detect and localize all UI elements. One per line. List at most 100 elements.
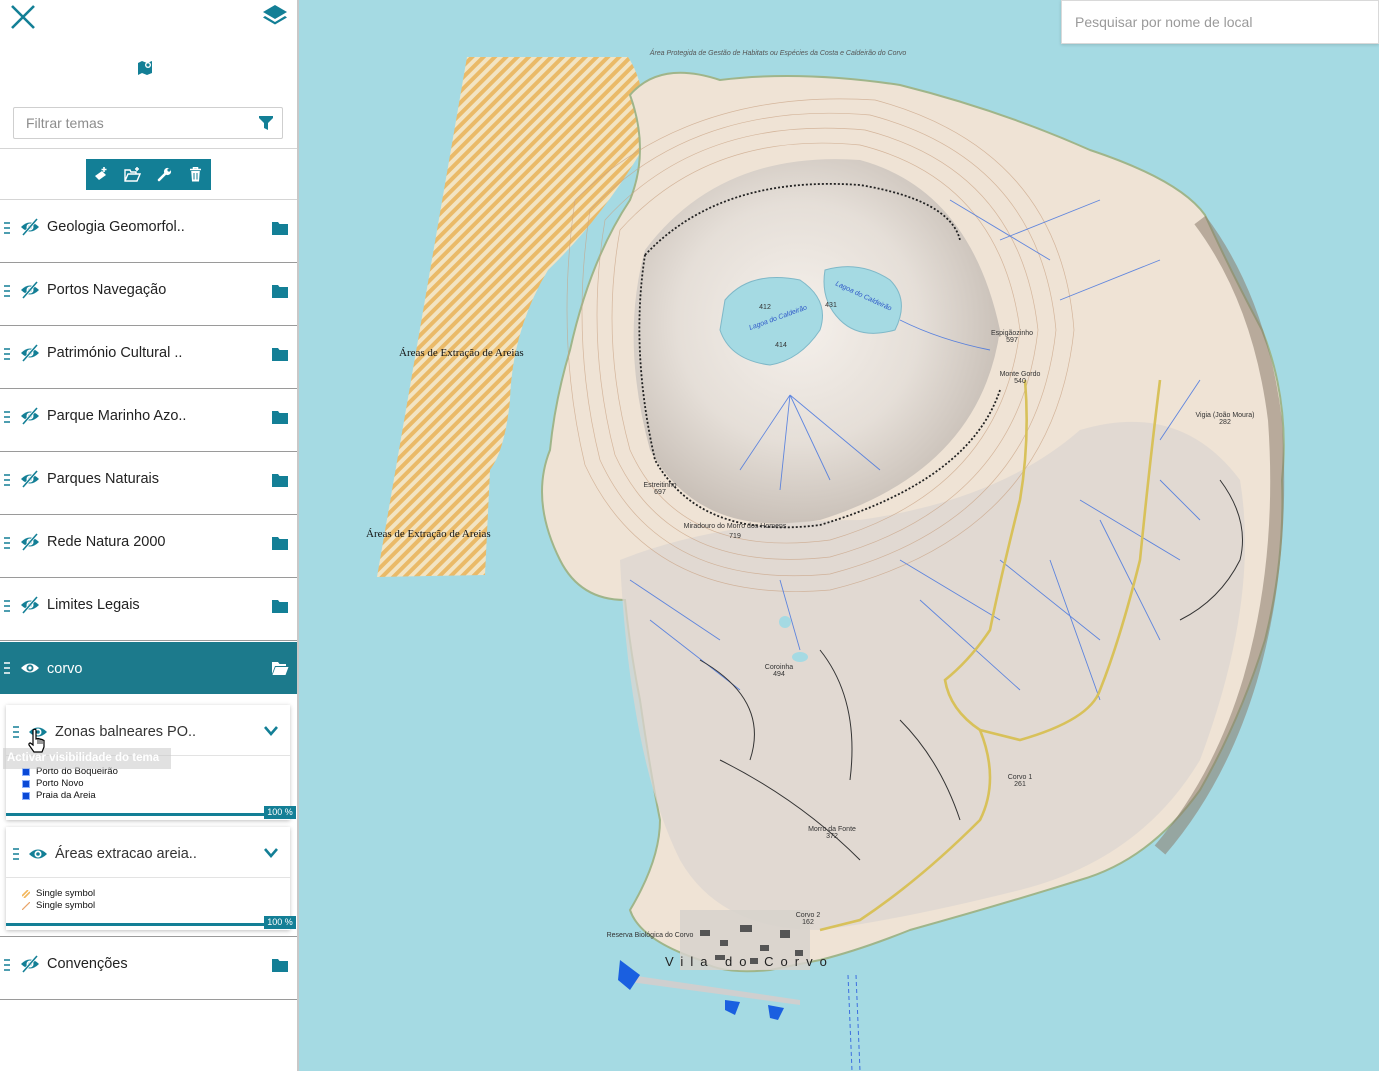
- wrench-icon: [157, 167, 171, 182]
- filter-themes-input[interactable]: [14, 108, 254, 138]
- legend-label: Single symbol: [36, 888, 96, 899]
- map-canvas[interactable]: Áreas de Extração de Areias Áreas de Ext…: [300, 0, 1379, 1071]
- theme-row-patrimonio[interactable]: Património Cultural ..: [0, 326, 297, 389]
- folder-icon[interactable]: [271, 220, 289, 236]
- theme-row-geologia[interactable]: Geologia Geomorfol..: [0, 200, 297, 263]
- folder-icon[interactable]: [271, 409, 289, 425]
- opacity-slider[interactable]: [6, 923, 264, 926]
- hatch-swatch-icon: [22, 890, 30, 898]
- drag-handle-icon[interactable]: [3, 284, 11, 298]
- drag-handle-icon[interactable]: [3, 661, 11, 675]
- drag-handle-icon[interactable]: [3, 221, 11, 235]
- legend: Porto do Boqueirão Porto Novo Praia da A…: [22, 766, 118, 802]
- folder-open-icon[interactable]: [271, 660, 289, 676]
- eye-slash-icon[interactable]: [20, 469, 40, 489]
- label-coroinha-alt: 494: [773, 671, 785, 678]
- theme-row-parque-marinho[interactable]: Parque Marinho Azo..: [0, 389, 297, 452]
- theme-toolbar: [86, 159, 211, 190]
- map-pin-icon[interactable]: [137, 60, 153, 76]
- label-vila-do-corvo: Vila do Corvo: [665, 954, 834, 969]
- theme-row-parques-naturais[interactable]: Parques Naturais: [0, 452, 297, 515]
- drag-handle-icon[interactable]: [3, 473, 11, 487]
- drag-handle-icon[interactable]: [3, 536, 11, 550]
- theme-row-corvo[interactable]: corvo: [0, 642, 297, 694]
- label-corvo-1: Corvo 1: [1008, 774, 1033, 781]
- eye-slash-icon[interactable]: [20, 406, 40, 426]
- theme-row-limites-legais[interactable]: Limites Legais: [0, 578, 297, 641]
- folder-icon[interactable]: [271, 957, 289, 973]
- legend-label: Porto Novo: [36, 778, 84, 789]
- eye-slash-icon[interactable]: [20, 280, 40, 300]
- label-alt-431: 431: [825, 302, 837, 309]
- theme-label: Limites Legais: [47, 597, 140, 613]
- theme-row-convencoes[interactable]: Convenções: [0, 937, 297, 1000]
- delete-button[interactable]: [180, 159, 211, 190]
- chevron-down-icon[interactable]: [263, 724, 279, 738]
- theme-label: Parques Naturais: [47, 471, 160, 487]
- label-espigaozinho-alt: 597: [1006, 337, 1018, 344]
- theme-row-portos[interactable]: Portos Navegação: [0, 263, 297, 326]
- eye-icon[interactable]: [20, 658, 40, 678]
- label-areia-2: Áreas de Extração de Areias: [366, 528, 491, 540]
- add-layer-icon: [95, 167, 107, 180]
- opacity-slider[interactable]: [6, 813, 264, 816]
- layers-icon[interactable]: [262, 3, 288, 29]
- eye-slash-icon[interactable]: [20, 217, 40, 237]
- close-icon[interactable]: [8, 2, 38, 32]
- filter-themes-box: [13, 107, 283, 139]
- legend-swatch: [22, 792, 30, 800]
- sidebar: Geologia Geomorfol.. Portos Navegação Pa…: [0, 0, 299, 1071]
- sublayer-label: Zonas balneares PO..: [55, 724, 197, 740]
- folder-icon[interactable]: [271, 346, 289, 362]
- theme-label: Património Cultural ..: [47, 345, 183, 361]
- legend-item: Single symbol: [22, 900, 95, 912]
- eye-slash-icon[interactable]: [20, 343, 40, 363]
- opacity-value[interactable]: 100 %: [264, 916, 296, 929]
- eye-icon[interactable]: [28, 844, 48, 864]
- folder-icon[interactable]: [271, 598, 289, 614]
- drag-handle-icon[interactable]: [12, 725, 20, 739]
- label-miradouro-alt: 719: [729, 533, 741, 540]
- legend-label: Single symbol: [36, 900, 96, 911]
- eye-slash-icon[interactable]: [20, 532, 40, 552]
- settings-button[interactable]: [149, 159, 180, 190]
- opacity-value[interactable]: 100 %: [264, 806, 296, 819]
- label-corvo-1-alt: 261: [1014, 781, 1026, 788]
- drag-handle-icon[interactable]: [3, 410, 11, 424]
- folder-icon[interactable]: [271, 472, 289, 488]
- drag-handle-icon[interactable]: [3, 347, 11, 361]
- trash-icon: [189, 167, 201, 182]
- theme-label: Parque Marinho Azo..: [47, 408, 187, 424]
- divider: [6, 877, 290, 878]
- hand-pointer-icon: [28, 728, 45, 753]
- pond: [792, 652, 808, 662]
- label-alt-414: 414: [775, 342, 787, 349]
- eye-slash-icon[interactable]: [20, 954, 40, 974]
- pond: [779, 616, 791, 628]
- sublayer-label: Áreas extracao areia..: [55, 846, 197, 862]
- legend-item: Single symbol: [22, 888, 95, 900]
- folder-icon[interactable]: [271, 535, 289, 551]
- chevron-down-icon[interactable]: [263, 846, 279, 860]
- drag-handle-icon[interactable]: [3, 958, 11, 972]
- drag-handle-icon[interactable]: [3, 599, 11, 613]
- add-layer-button[interactable]: [86, 159, 117, 190]
- label-monte-gordo: Monte Gordo: [1000, 371, 1041, 378]
- folder-icon[interactable]: [271, 283, 289, 299]
- legend-item: Praia da Areia: [22, 790, 118, 802]
- label-morro-fonte: Morro da Fonte: [808, 826, 856, 833]
- label-area-protegida: Área Protegida de Gestão de Habitats ou …: [649, 48, 907, 57]
- map-svg[interactable]: Áreas de Extração de Areias Áreas de Ext…: [300, 0, 1379, 1071]
- label-areia-1: Áreas de Extração de Areias: [399, 347, 524, 359]
- filter-icon[interactable]: [258, 115, 274, 131]
- add-folder-button[interactable]: [117, 159, 148, 190]
- place-search-box: [1061, 0, 1379, 44]
- place-search-input[interactable]: [1062, 1, 1378, 43]
- label-vigia-alt: 282: [1219, 419, 1231, 426]
- theme-row-rede-natura[interactable]: Rede Natura 2000: [0, 515, 297, 578]
- label-corvo-2: Corvo 2: [796, 912, 821, 919]
- label-monte-gordo-alt: 540: [1014, 378, 1026, 385]
- drag-handle-icon[interactable]: [12, 847, 20, 861]
- label-morro-fonte-alt: 372: [826, 833, 838, 840]
- eye-slash-icon[interactable]: [20, 595, 40, 615]
